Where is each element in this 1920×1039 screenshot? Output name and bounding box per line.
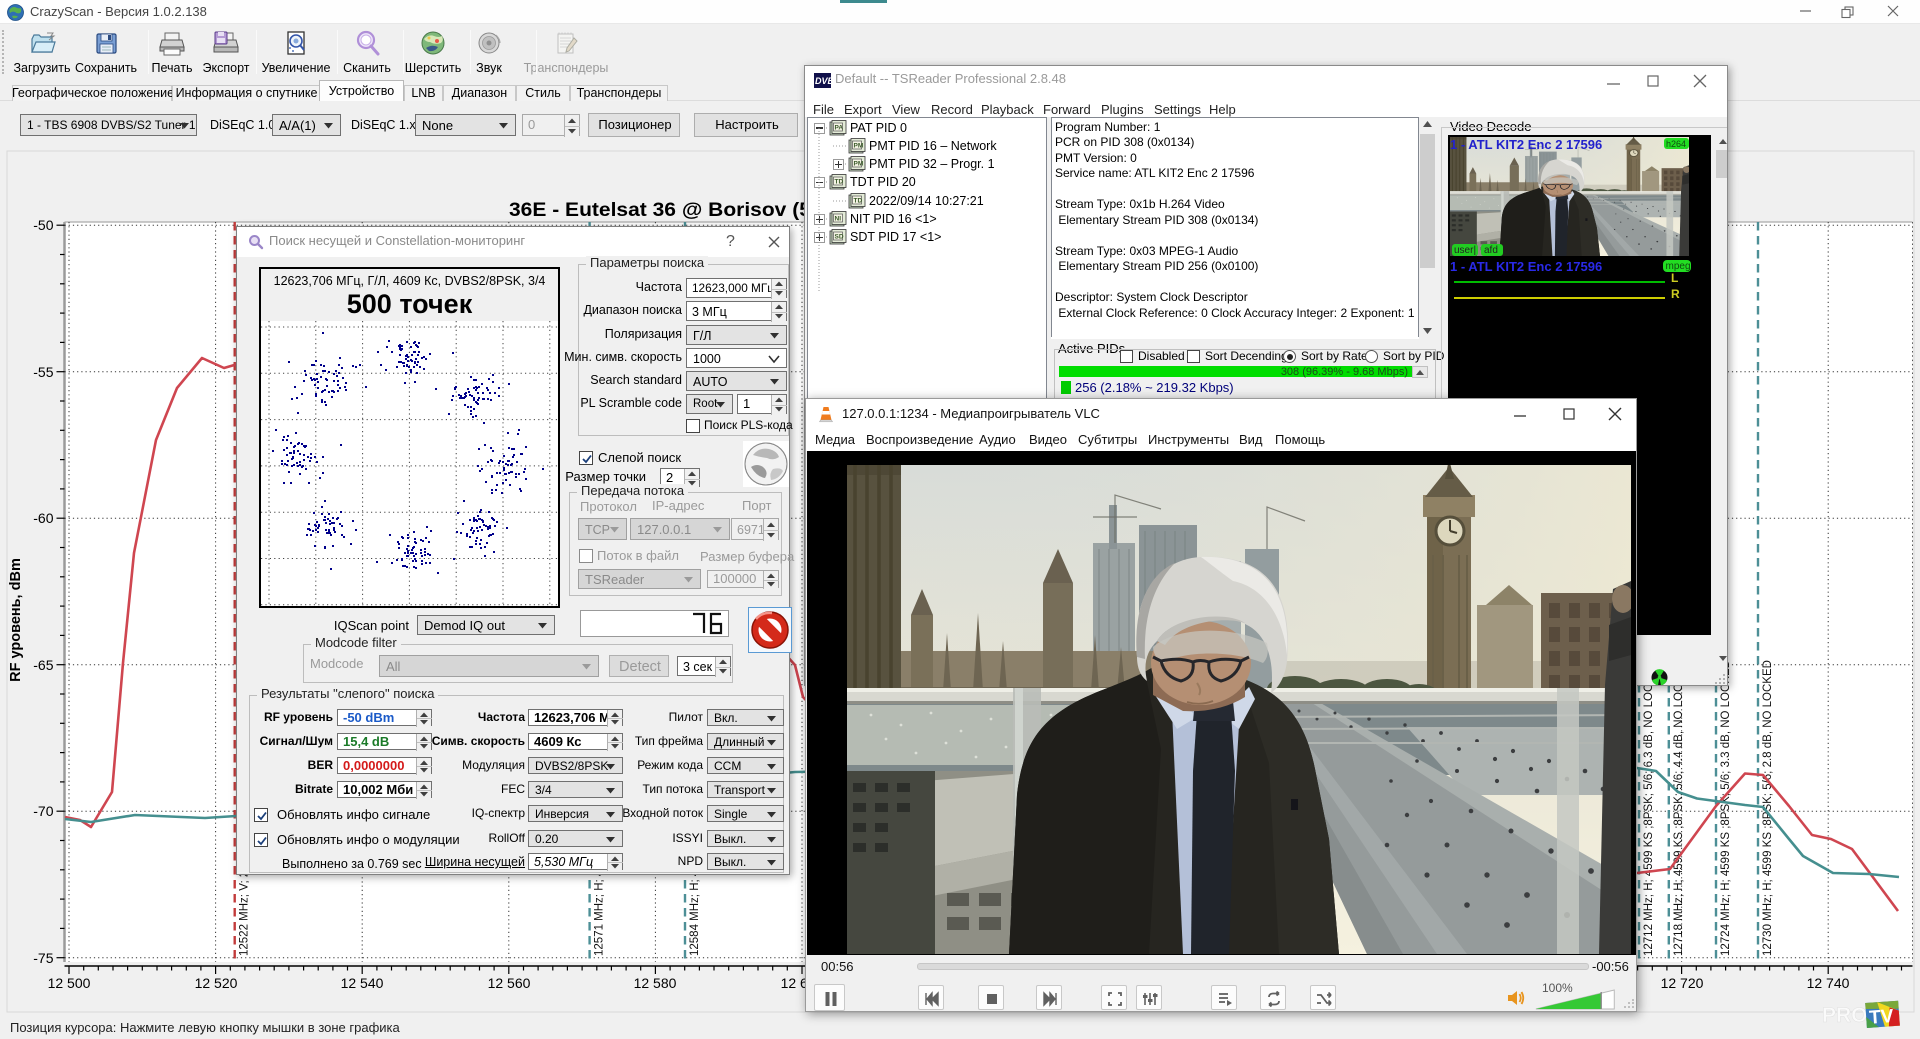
- svg-text:12712 MHz; H; 4599 KS ;8PSK; 5: 12712 MHz; H; 4599 KS ;8PSK; 5/6; 6.3 dB…: [1643, 660, 1655, 956]
- svg-text:TD: TD: [835, 179, 844, 186]
- svg-text:12724 MHz; H; 4599 KS ;8PSK; 5: 12724 MHz; H; 4599 KS ;8PSK; 5/6; 3.3 dB…: [1720, 660, 1732, 956]
- svg-text:12 720: 12 720: [1661, 975, 1704, 991]
- svg-text:NI: NI: [835, 216, 842, 223]
- svg-text:12 560: 12 560: [488, 975, 531, 991]
- svg-text:PM: PM: [854, 142, 864, 149]
- svg-text:-75: -75: [33, 950, 53, 966]
- svg-text:-65: -65: [33, 657, 53, 673]
- svg-text:12 580: 12 580: [634, 975, 677, 991]
- svg-text:-60: -60: [33, 510, 53, 526]
- svg-text:-70: -70: [33, 803, 53, 819]
- svg-text:12718 MHz; H; 4599 KS ;8PSK; 5: 12718 MHz; H; 4599 KS ;8PSK; 5/6; 4.4 dB…: [1673, 660, 1685, 956]
- svg-text:-55: -55: [33, 364, 53, 380]
- svg-text:12 740: 12 740: [1807, 975, 1850, 991]
- svg-text:12 500: 12 500: [48, 975, 91, 991]
- svg-text:DVB: DVB: [815, 76, 831, 86]
- svg-text:TD: TD: [854, 197, 863, 204]
- svg-text:12 520: 12 520: [195, 975, 238, 991]
- svg-text:PM: PM: [854, 161, 864, 168]
- svg-text:12 540: 12 540: [341, 975, 384, 991]
- svg-text:SD: SD: [835, 234, 844, 241]
- svg-text:RF уровень, dBm: RF уровень, dBm: [8, 558, 24, 682]
- svg-text:-50: -50: [33, 217, 53, 233]
- svg-text:PA: PA: [835, 124, 844, 131]
- svg-text:PRO: PRO: [1822, 1004, 1868, 1027]
- svg-text:TV: TV: [1869, 1006, 1895, 1029]
